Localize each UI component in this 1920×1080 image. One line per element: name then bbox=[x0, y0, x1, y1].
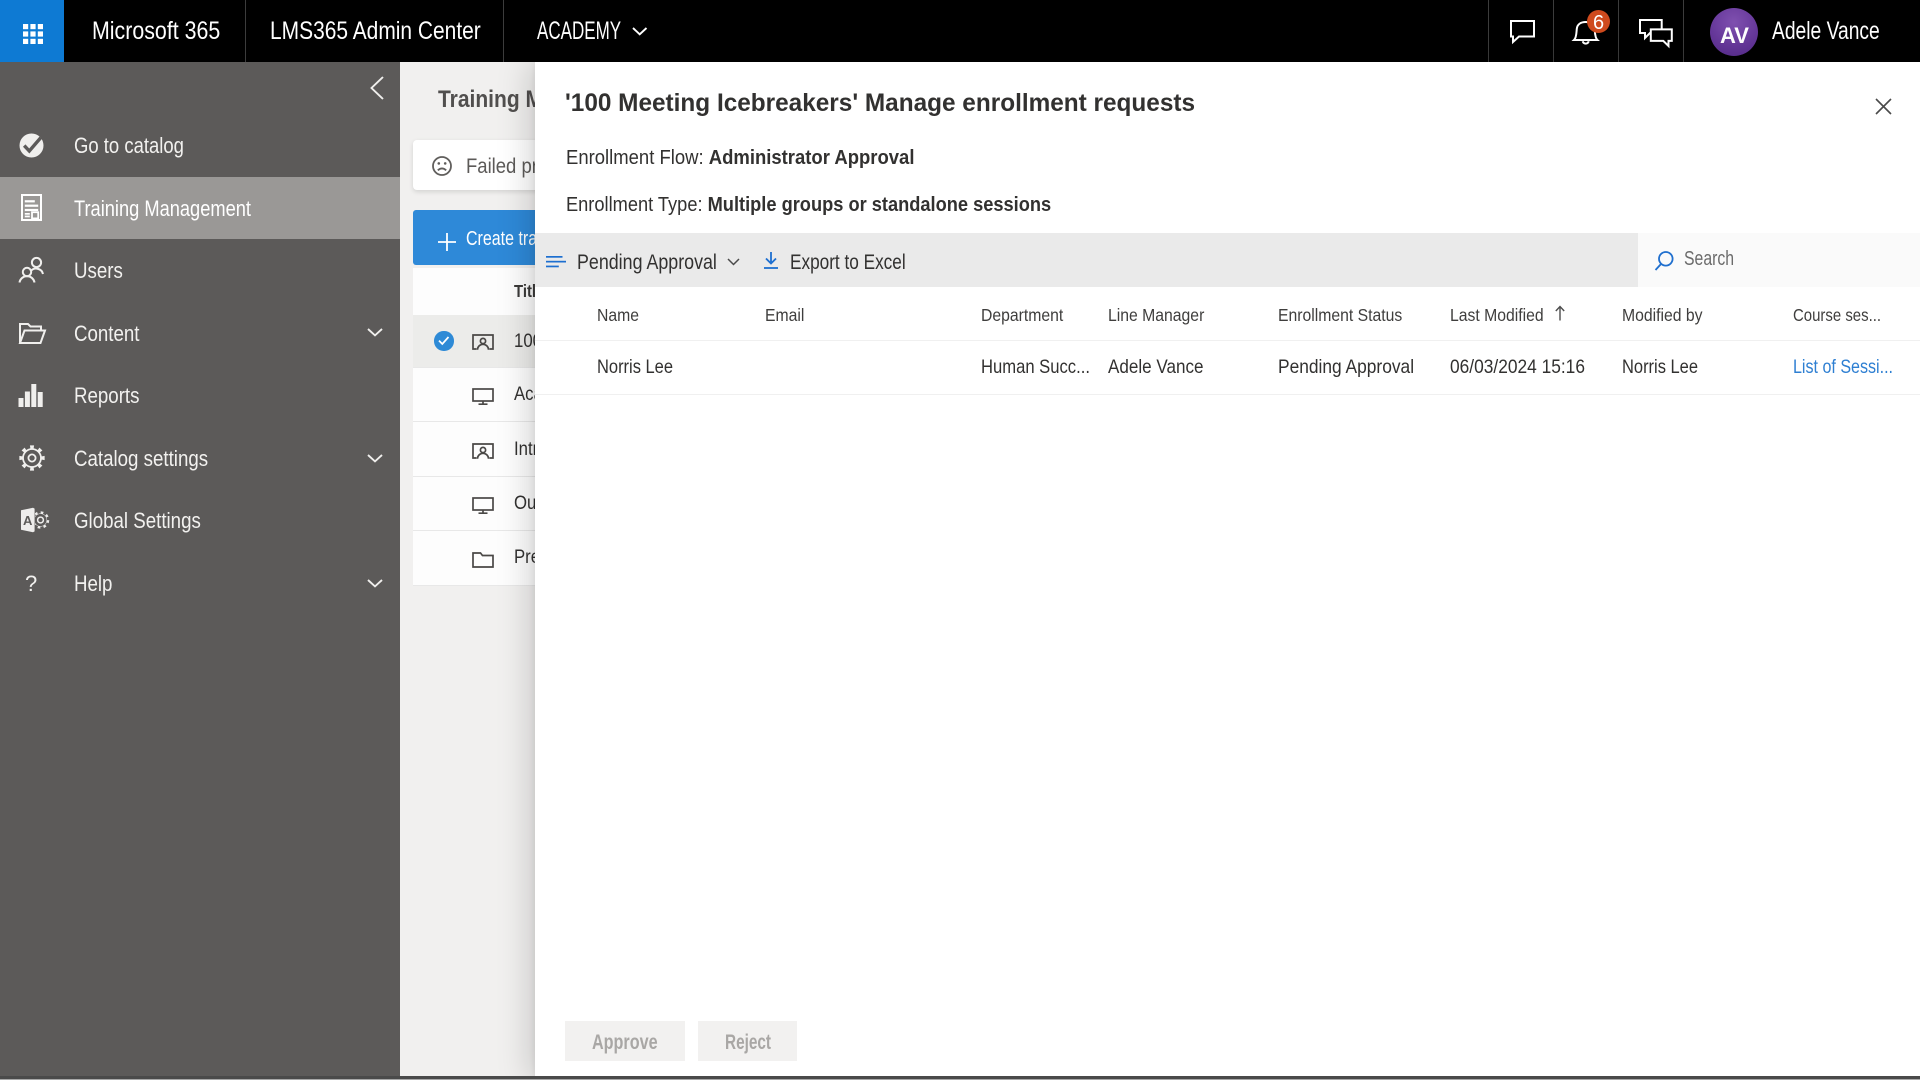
svg-text:A: A bbox=[23, 513, 33, 528]
